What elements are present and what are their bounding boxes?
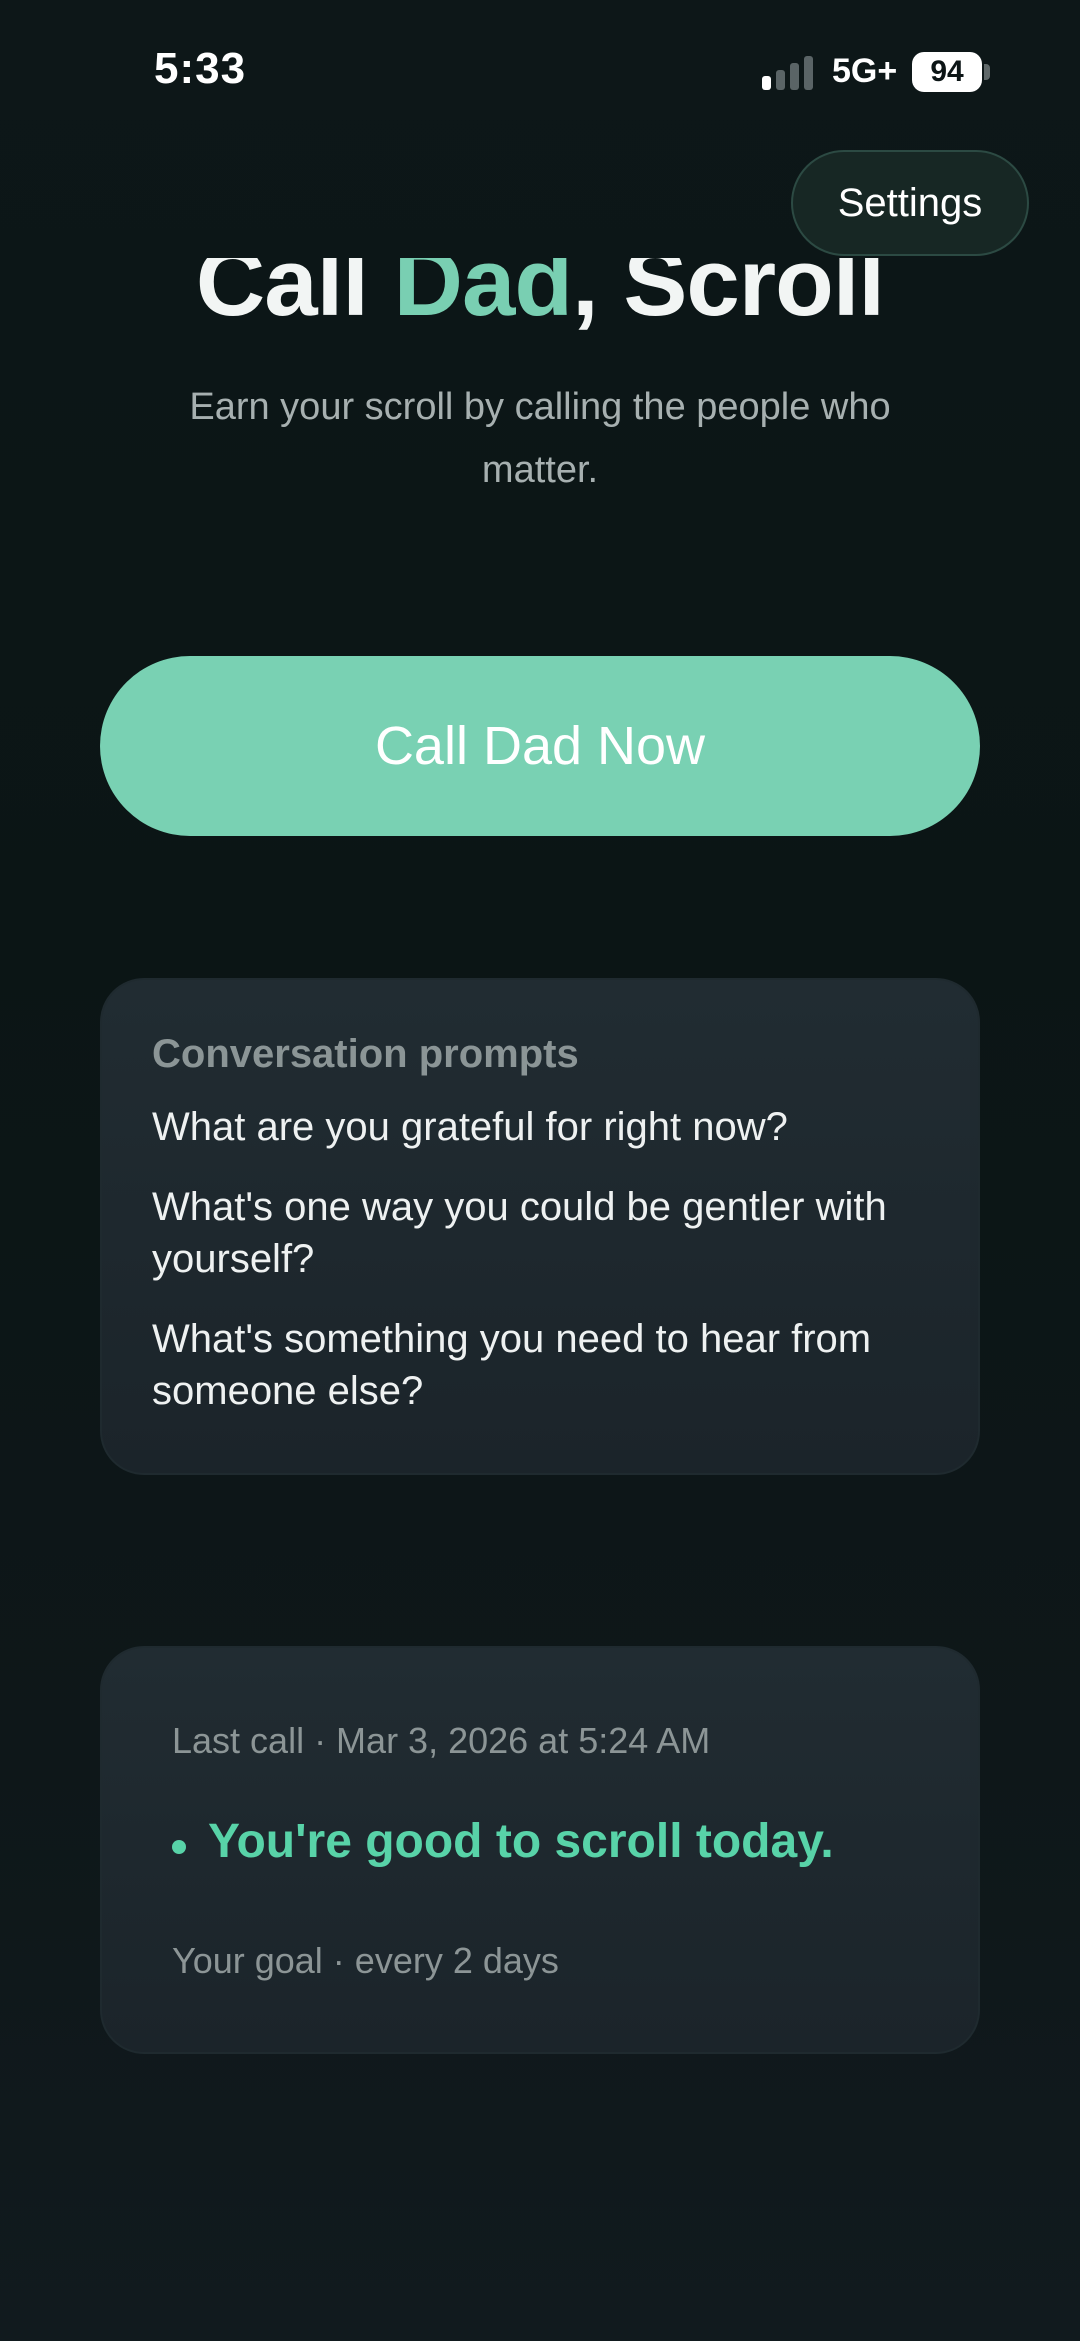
- call-status-card: Last call · Mar 3, 2026 at 5:24 AM You'r…: [100, 1646, 980, 2054]
- network-type: 5G+: [832, 52, 898, 90]
- battery-tip: [984, 64, 990, 80]
- status-line: You're good to scroll today.: [172, 1814, 834, 1869]
- last-call-text: Last call · Mar 3, 2026 at 5:24 AM: [172, 1720, 711, 1761]
- title-accent: Dad: [393, 258, 573, 336]
- battery-icon: 94: [912, 52, 982, 92]
- call-dad-button[interactable]: Call Dad Now: [100, 656, 980, 836]
- goal-text: Your goal · every 2 days: [172, 1940, 559, 1981]
- settings-button[interactable]: Settings: [791, 150, 1029, 256]
- status-message: You're good to scroll today.: [208, 1815, 834, 1868]
- page-title: Call Dad, Scroll: [0, 258, 1080, 358]
- prompt-item: What's something you need to hear from s…: [152, 1317, 872, 1413]
- status-dot-icon: [172, 1839, 186, 1854]
- signal-icon: [762, 56, 816, 90]
- prompt-item: What are you grateful for right now?: [152, 1105, 788, 1149]
- prompts-heading: Conversation prompts: [152, 1032, 579, 1076]
- conversation-prompts-card: Conversation prompts What are you gratef…: [100, 978, 980, 1475]
- page-subtitle: Earn your scroll by calling the people w…: [189, 386, 891, 491]
- status-time: 5:33: [154, 44, 247, 93]
- title-part-1: Call: [195, 258, 394, 336]
- title-part-2: , Scroll: [571, 258, 885, 336]
- prompt-item: What's one way you could be gentler with…: [152, 1185, 887, 1281]
